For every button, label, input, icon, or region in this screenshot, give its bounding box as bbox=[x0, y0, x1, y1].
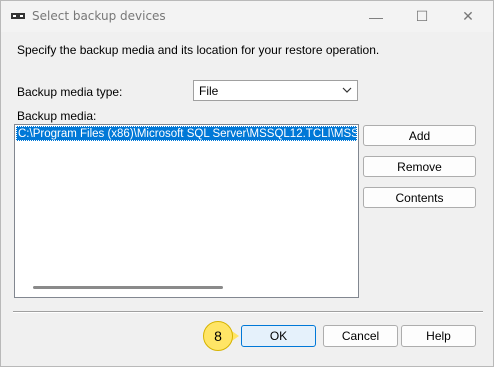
title-bar[interactable]: Select backup devices — ☐ ✕ bbox=[1, 1, 493, 32]
close-icon: ✕ bbox=[462, 8, 474, 24]
dialog-window: Select backup devices — ☐ ✕ Specify the … bbox=[0, 0, 494, 367]
maximize-icon: ☐ bbox=[415, 8, 429, 24]
horizontal-scrollbar[interactable] bbox=[33, 286, 223, 289]
minimize-icon: — bbox=[369, 8, 383, 25]
maximize-button[interactable]: ☐ bbox=[399, 1, 445, 32]
backup-media-list[interactable]: C:\Program Files (x86)\Microsoft SQL Ser… bbox=[14, 124, 359, 298]
close-button[interactable]: ✕ bbox=[445, 1, 491, 32]
backup-media-type-value: File bbox=[199, 84, 219, 98]
add-button[interactable]: Add bbox=[363, 125, 476, 146]
help-button[interactable]: Help bbox=[401, 325, 476, 347]
step-badge: 8 bbox=[203, 321, 233, 351]
remove-button[interactable]: Remove bbox=[363, 156, 476, 177]
list-item[interactable]: C:\Program Files (x86)\Microsoft SQL Ser… bbox=[16, 126, 357, 141]
cancel-button[interactable]: Cancel bbox=[323, 325, 398, 347]
chevron-down-icon bbox=[342, 87, 352, 93]
tape-drive-icon bbox=[11, 13, 25, 19]
contents-button[interactable]: Contents bbox=[363, 187, 476, 208]
footer-separator bbox=[13, 311, 483, 313]
backup-media-type-select[interactable]: File bbox=[193, 80, 358, 101]
ok-button[interactable]: OK bbox=[241, 325, 316, 347]
backup-media-type-label: Backup media type: bbox=[17, 85, 123, 99]
window-title: Select backup devices bbox=[32, 9, 166, 23]
backup-media-label: Backup media: bbox=[17, 109, 97, 123]
minimize-button[interactable]: — bbox=[353, 1, 399, 32]
instruction-text: Specify the backup media and its locatio… bbox=[17, 43, 380, 57]
